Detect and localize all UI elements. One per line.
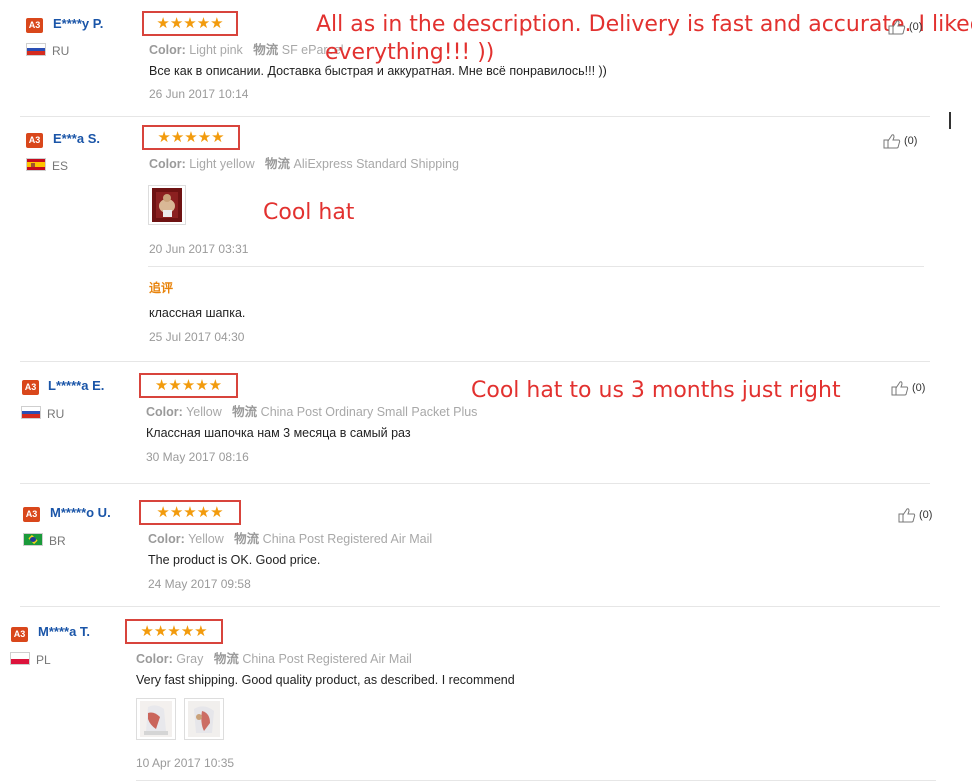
order-info: Color: Yellow 物流 China Post Registered A…	[148, 528, 432, 547]
level-badge: A3	[11, 627, 28, 642]
color-label: Color:	[136, 652, 173, 666]
translation-annotation: All as in the description. Delivery is f…	[316, 12, 972, 37]
hat-photo-thumbnail	[188, 701, 220, 737]
review-text: Классная шапочка нам 3 месяца в самый ра…	[146, 426, 411, 440]
country-code: RU	[52, 44, 70, 58]
logistics-label: 物流	[232, 405, 258, 419]
divider	[20, 116, 930, 117]
divider	[20, 361, 930, 362]
review-date: 30 May 2017 08:16	[146, 450, 249, 464]
helpful-count: (0)	[912, 382, 926, 394]
order-info: Color: Light pink 物流 SF eParcel	[149, 39, 344, 58]
review-date: 10 Apr 2017 10:35	[136, 756, 235, 770]
logistics-label: 物流	[265, 157, 291, 171]
scroll-marker	[949, 112, 951, 129]
review-photo[interactable]	[148, 185, 186, 225]
country-code: PL	[36, 653, 51, 667]
flag-es-icon	[26, 158, 46, 171]
reviewer-name[interactable]: M*****o U.	[50, 505, 111, 520]
helpful-button[interactable]: (0)	[891, 380, 925, 396]
thumbs-up-icon	[883, 134, 901, 149]
order-info: Color: Gray 物流 China Post Registered Air…	[136, 648, 412, 667]
color-label: Color:	[148, 532, 185, 546]
rating-highlight-box: ★★★★★	[142, 125, 240, 150]
hat-photo-thumbnail	[152, 188, 182, 222]
flag-br-icon	[23, 533, 43, 546]
translation-annotation-line2: everything!!! ))	[325, 40, 495, 65]
rating-highlight-box: ★★★★★	[139, 500, 241, 525]
flag-ru-icon	[26, 43, 46, 56]
country-code: RU	[47, 407, 65, 421]
divider	[148, 266, 924, 267]
reviewer-name[interactable]: E****y P.	[53, 16, 103, 31]
helpful-button[interactable]: (0)	[883, 133, 917, 149]
divider	[20, 483, 930, 484]
star-rating: ★★★★★	[154, 376, 223, 394]
star-rating: ★★★★★	[156, 14, 224, 32]
logistics-value: China Post Registered Air Mail	[242, 652, 412, 666]
level-badge: A3	[26, 133, 43, 148]
color-value: Light yellow	[189, 157, 255, 171]
rating-highlight-box: ★★★★★	[142, 11, 238, 36]
color-label: Color:	[149, 43, 186, 57]
country-code: ES	[52, 159, 69, 173]
thumbs-up-icon	[888, 20, 906, 35]
review-text: The product is OK. Good price.	[148, 553, 321, 567]
helpful-count: (0)	[909, 21, 923, 33]
reviewer-name[interactable]: M****a T.	[38, 624, 90, 639]
review-text: Very fast shipping. Good quality product…	[136, 673, 515, 687]
logistics-value: China Post Registered Air Mail	[262, 532, 433, 546]
review-photo[interactable]	[136, 698, 176, 740]
level-badge: A3	[22, 380, 39, 395]
order-info: Color: Light yellow 物流 AliExpress Standa…	[149, 153, 459, 172]
color-value: Gray	[176, 652, 204, 666]
review-photo[interactable]	[184, 698, 224, 740]
translation-annotation: Cool hat	[263, 200, 355, 225]
additional-feedback-date: 25 Jul 2017 04:30	[149, 330, 245, 344]
color-value: Yellow	[188, 532, 224, 546]
thumbs-up-icon	[898, 508, 916, 523]
additional-feedback-label: 追评	[149, 281, 174, 295]
color-label: Color:	[146, 405, 183, 419]
review-date: 20 Jun 2017 03:31	[149, 242, 249, 256]
flag-pl-icon	[10, 652, 30, 665]
reviewer-name[interactable]: E***a S.	[53, 131, 100, 146]
helpful-button[interactable]: (0)	[888, 19, 922, 35]
logistics-value: AliExpress Standard Shipping	[293, 157, 459, 171]
country-code: BR	[49, 534, 66, 548]
review-date: 26 Jun 2017 10:14	[149, 87, 249, 101]
color-label: Color:	[149, 157, 186, 171]
rating-highlight-box: ★★★★★	[125, 619, 223, 644]
logistics-value: China Post Ordinary Small Packet Plus	[260, 405, 478, 419]
helpful-count: (0)	[904, 135, 918, 147]
additional-feedback-text: классная шапка.	[149, 306, 246, 320]
logistics-label: 物流	[213, 652, 239, 666]
helpful-button[interactable]: (0)	[898, 507, 932, 523]
logistics-label: 物流	[234, 532, 260, 546]
order-info: Color: Yellow 物流 China Post Ordinary Sma…	[146, 401, 477, 420]
helpful-count: (0)	[919, 509, 933, 521]
color-value: Light pink	[189, 43, 243, 57]
rating-highlight-box: ★★★★★	[139, 373, 238, 398]
star-rating: ★★★★★	[156, 503, 224, 521]
hat-photo-thumbnail	[140, 701, 172, 737]
star-rating: ★★★★★	[140, 622, 208, 640]
reviewer-name[interactable]: L*****a E.	[48, 378, 104, 393]
color-value: Yellow	[186, 405, 222, 419]
review-text: Все как в описании. Доставка быстрая и а…	[149, 64, 607, 78]
level-badge: A3	[26, 18, 43, 33]
translation-annotation: Cool hat to us 3 months just right	[471, 378, 841, 403]
level-badge: A3	[23, 507, 40, 522]
logistics-label: 物流	[253, 43, 279, 57]
thumbs-up-icon	[891, 381, 909, 396]
star-rating: ★★★★★	[157, 128, 225, 146]
divider	[136, 780, 936, 781]
divider	[20, 606, 940, 607]
flag-ru-icon	[21, 406, 41, 419]
review-date: 24 May 2017 09:58	[148, 577, 251, 591]
